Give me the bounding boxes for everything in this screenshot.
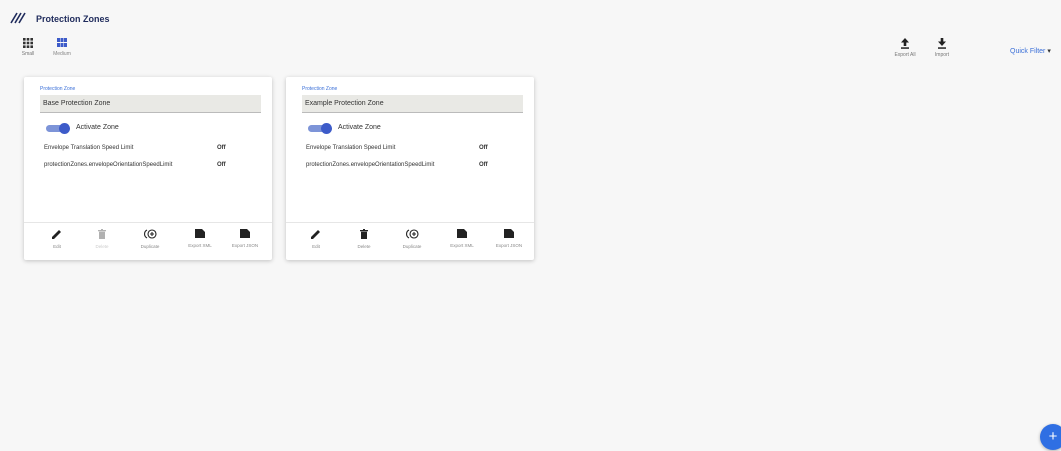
pencil-icon — [311, 230, 320, 239]
export-xml-label: Export XML — [450, 243, 474, 248]
duplicate-label: Duplicate — [140, 244, 160, 249]
card-actions: Edit Delete Duplicate Export XML Export … — [24, 229, 272, 257]
protection-zone-card: Protection Zone Example Protection Zone … — [286, 77, 534, 260]
zone-name-field[interactable]: Example Protection Zone — [302, 95, 523, 113]
activate-zone-toggle[interactable] — [308, 123, 332, 134]
edit-button[interactable]: Edit — [37, 229, 77, 249]
orientation-speed-limit-value: Off — [217, 162, 226, 168]
export-all-label: Export All — [894, 52, 916, 58]
view-small-label: Small — [21, 51, 35, 57]
activate-zone-label: Activate Zone — [338, 124, 381, 131]
export-json-label: Export JSON — [231, 243, 259, 248]
quick-filter-dropdown[interactable]: Quick Filter ▾ — [1010, 47, 1051, 55]
edit-label: Edit — [53, 244, 61, 249]
activate-zone-label: Activate Zone — [76, 124, 119, 131]
view-small-button[interactable]: Small — [13, 38, 43, 57]
file-icon — [240, 229, 250, 238]
quick-filter-label: Quick Filter — [1010, 48, 1046, 55]
card-actions: Edit Delete Duplicate Export XML Export … — [286, 229, 534, 257]
export-all-button[interactable]: Export All — [890, 38, 920, 58]
delete-button[interactable]: Delete — [82, 229, 122, 249]
export-json-button[interactable]: Export JSON — [225, 229, 265, 248]
zone-caption: Protection Zone — [40, 86, 76, 92]
chevron-down-icon: ▾ — [1047, 48, 1051, 55]
duplicate-button[interactable]: Duplicate — [392, 229, 432, 249]
grid-small-icon — [23, 38, 33, 48]
activate-zone-toggle[interactable] — [46, 123, 70, 134]
translation-speed-limit-label: Envelope Translation Speed Limit — [306, 145, 396, 151]
grid-medium-icon — [57, 38, 67, 47]
orientation-speed-limit-value: Off — [479, 162, 488, 168]
page-title: Protection Zones — [36, 14, 110, 24]
translation-speed-limit-label: Envelope Translation Speed Limit — [44, 145, 134, 151]
export-xml-button[interactable]: Export XML — [180, 229, 220, 248]
edit-button[interactable]: Edit — [296, 229, 336, 249]
edit-label: Edit — [312, 244, 320, 249]
file-icon — [457, 229, 467, 238]
download-icon — [938, 38, 946, 49]
protection-zone-card: Protection Zone Base Protection Zone Act… — [24, 77, 272, 260]
import-button[interactable]: Import — [927, 38, 957, 58]
card-divider — [24, 222, 272, 223]
zone-caption: Protection Zone — [302, 86, 338, 92]
delete-label: Delete — [357, 244, 371, 249]
add-zone-button[interactable]: + — [1040, 424, 1061, 450]
card-divider — [286, 222, 534, 223]
top-bar: Protection Zones — [0, 0, 1061, 30]
file-icon — [195, 229, 205, 238]
pencil-icon — [52, 230, 61, 239]
orientation-speed-limit-label: protectionZones.envelopeOrientationSpeed… — [44, 162, 173, 168]
view-medium-button[interactable]: Medium — [47, 38, 77, 57]
import-label: Import — [934, 52, 950, 58]
duplicate-button[interactable]: Duplicate — [130, 229, 170, 249]
delete-label: Delete — [95, 244, 109, 249]
delete-button[interactable]: Delete — [344, 229, 384, 249]
translation-speed-limit-value: Off — [479, 145, 488, 151]
orientation-speed-limit-label: protectionZones.envelopeOrientationSpeed… — [306, 162, 435, 168]
plus-icon: + — [1048, 428, 1058, 445]
export-json-button[interactable]: Export JSON — [489, 229, 529, 248]
export-xml-label: Export XML — [188, 243, 212, 248]
file-icon — [504, 229, 514, 238]
duplicate-icon — [405, 229, 419, 239]
upload-icon — [901, 38, 909, 49]
trash-icon — [98, 229, 106, 239]
export-xml-button[interactable]: Export XML — [442, 229, 482, 248]
duplicate-icon — [143, 229, 157, 239]
trash-icon — [360, 229, 368, 239]
view-medium-label: Medium — [53, 51, 71, 57]
protection-zones-logo-icon — [10, 12, 26, 24]
translation-speed-limit-value: Off — [217, 145, 226, 151]
export-json-label: Export JSON — [495, 243, 523, 248]
duplicate-label: Duplicate — [402, 244, 422, 249]
zone-name-field[interactable]: Base Protection Zone — [40, 95, 261, 113]
